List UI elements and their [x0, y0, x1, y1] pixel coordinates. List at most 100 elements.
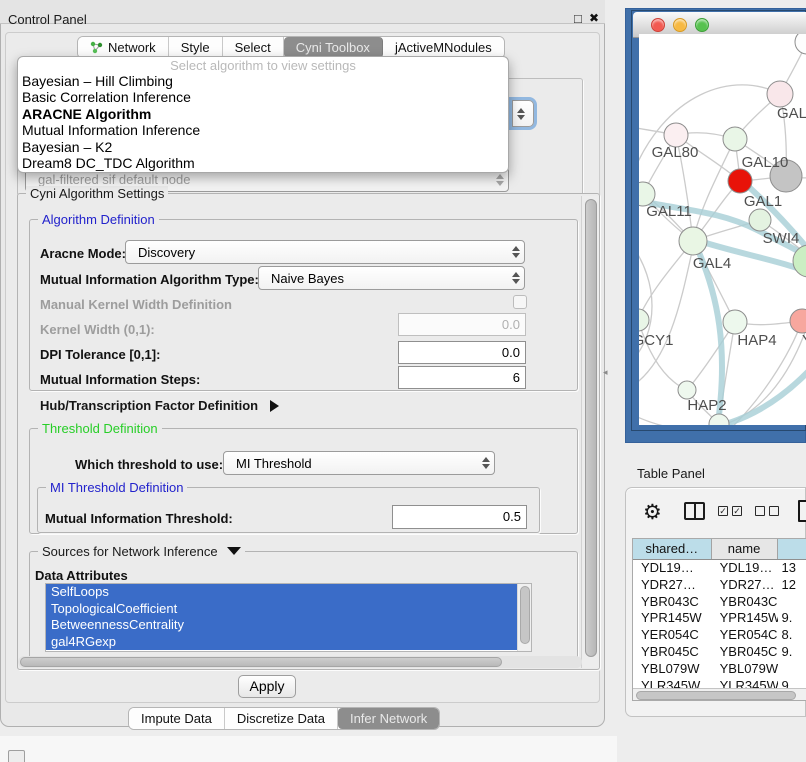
expanded-arrow-icon: [227, 547, 241, 555]
tab-impute-data[interactable]: Impute Data: [129, 708, 225, 729]
node-label-gal11: GAL11: [646, 203, 692, 220]
split-view-icon[interactable]: [684, 502, 705, 520]
network-node-gal[interactable]: [767, 81, 793, 107]
algorithm-item-bayesian-k2[interactable]: Bayesian – K2: [18, 139, 508, 155]
network-node-gcy1[interactable]: [639, 309, 649, 331]
settings-vertical-scrollbar[interactable]: [581, 196, 599, 668]
data-attributes-items: SelfLoopsTopologicalCoefficientBetweenne…: [46, 584, 531, 650]
table-cell: YBR045C: [712, 644, 778, 661]
algorithm-item-bayesian-hill-climbing[interactable]: Bayesian – Hill Climbing: [18, 73, 508, 89]
network-node[interactable]: [795, 34, 806, 54]
close-traffic-light-icon[interactable]: [651, 18, 665, 32]
corner-grip-icon[interactable]: [8, 750, 25, 762]
attribute-item-topologicalcoefficient[interactable]: TopologicalCoefficient: [46, 601, 518, 618]
node-label-y: Y: [802, 332, 806, 349]
select-all-icon[interactable]: ✓✓: [718, 506, 742, 516]
network-node[interactable]: [709, 414, 729, 425]
mi-steps-label: Mutual Information Steps:: [40, 372, 200, 387]
attribute-item-betweennesscentrality[interactable]: BetweennessCentrality: [46, 617, 518, 634]
table-cell: YDR27…: [712, 577, 778, 594]
minimize-traffic-light-icon[interactable]: [673, 18, 687, 32]
settings-horizontal-scrollbar[interactable]: [18, 656, 582, 668]
combo-stepper-icon: [508, 272, 524, 284]
network-node-y[interactable]: [790, 309, 806, 333]
close-panel-icon[interactable]: ✖: [589, 11, 599, 25]
algorithm-item-mutual-information-inference[interactable]: Mutual Information Inference: [18, 122, 508, 138]
tab-label: Impute Data: [141, 711, 212, 726]
table-row[interactable]: YDR27…YDR27…12: [633, 577, 806, 594]
network-node-gal1[interactable]: [728, 169, 752, 193]
mi-threshold-field[interactable]: 0.5: [392, 505, 527, 529]
aracne-mode-combobox[interactable]: Discovery: [125, 240, 525, 264]
deselect-all-icon[interactable]: [755, 506, 779, 516]
settings-group-title: Cyni Algorithm Settings: [26, 186, 168, 201]
tab-network[interactable]: Network: [78, 37, 169, 58]
hub-section-toggle[interactable]: Hub/Transcription Factor Definition: [40, 398, 279, 413]
network-canvas[interactable]: GALGAL80GAL10GAL1GAL11SWI4GAL4GCY1HAP4YH…: [639, 34, 806, 425]
table-row[interactable]: YPR145WYPR145W9.: [633, 610, 806, 627]
column-header-shared-[interactable]: shared…: [633, 539, 712, 559]
network-node[interactable]: [723, 127, 747, 151]
node-label-swi4: SWI4: [763, 230, 800, 247]
control-panel-titlebar: [0, 0, 605, 24]
table-row[interactable]: YBR043CYBR043C: [633, 594, 806, 611]
tab-label: Style: [181, 40, 210, 55]
mi-steps-field[interactable]: 6: [398, 366, 526, 389]
zoom-traffic-light-icon[interactable]: [695, 18, 709, 32]
hub-section-label: Hub/Transcription Factor Definition: [40, 398, 258, 413]
document-icon[interactable]: [798, 500, 806, 522]
panel-divider-grip[interactable]: ◂: [603, 367, 608, 378]
settings-hscrollbar-thumb[interactable]: [20, 657, 502, 667]
column-header-name[interactable]: name: [712, 539, 778, 559]
settings-vscrollbar-thumb[interactable]: [585, 199, 597, 657]
table-cell: [778, 594, 806, 611]
table-cell: 9.: [778, 644, 806, 661]
mi-threshold-group-title: MI Threshold Definition: [46, 480, 187, 495]
attribute-item-gal4rgexp[interactable]: gal4RGexp: [46, 634, 518, 651]
network-node-swi4[interactable]: [749, 209, 771, 231]
node-label-gal1: GAL1: [744, 193, 782, 210]
table-hscrollbar-thumb[interactable]: [636, 691, 796, 700]
table-row[interactable]: YER054CYER054C8.: [633, 627, 806, 644]
which-threshold-combobox[interactable]: MI Threshold: [223, 451, 495, 475]
kernel-width-field[interactable]: 0.0: [398, 313, 526, 336]
tab-label: Cyni Toolbox: [296, 40, 370, 55]
network-node-gal4[interactable]: [679, 227, 707, 255]
mi-type-combobox[interactable]: Naive Bayes: [258, 266, 525, 290]
table-row[interactable]: YBL079WYBL079W: [633, 661, 806, 678]
tab-cyni-toolbox[interactable]: Cyni Toolbox: [284, 37, 383, 58]
network-edge[interactable]: [693, 139, 735, 241]
tab-select[interactable]: Select: [223, 37, 284, 58]
gear-icon[interactable]: ⚙: [643, 500, 662, 525]
manual-kernel-checkbox[interactable]: [513, 295, 527, 309]
attribute-item-selfloops[interactable]: SelfLoops: [46, 584, 518, 601]
table-cell: [778, 661, 806, 678]
table-cell: YPR145W: [633, 610, 712, 627]
dpi-tolerance-field[interactable]: 0.0: [398, 341, 526, 364]
table-cell: 12: [778, 577, 806, 594]
algorithm-item-aracne-algorithm[interactable]: ARACNE Algorithm: [18, 106, 508, 122]
apply-button[interactable]: Apply: [238, 675, 296, 698]
node-label-hap2: HAP2: [687, 397, 726, 414]
table-cell: YER054C: [712, 627, 778, 644]
algorithm-item-basic-correlation-inference[interactable]: Basic Correlation Inference: [18, 89, 508, 105]
algorithm-item-dream8-dc-tdc-algorithm[interactable]: Dream8 DC_TDC Algorithm: [18, 155, 508, 171]
bottom-strip: [0, 736, 617, 762]
tab-discretize-data[interactable]: Discretize Data: [225, 708, 338, 729]
table-horizontal-scrollbar[interactable]: [633, 688, 806, 700]
table-row[interactable]: YDL19…YDL19…13: [633, 560, 806, 577]
float-window-icon[interactable]: □: [574, 11, 582, 26]
tab-jactivemnodules[interactable]: jActiveMNodules: [383, 37, 504, 58]
tab-infer-network[interactable]: Infer Network: [338, 708, 439, 729]
attributes-list-scrollbar[interactable]: [517, 584, 531, 651]
network-view-window: GALGAL80GAL10GAL1GAL11SWI4GAL4GCY1HAP4YH…: [625, 8, 806, 443]
table-row[interactable]: YBR045CYBR045C9.: [633, 644, 806, 661]
network-edge[interactable]: [639, 320, 687, 390]
attributes-scrollbar-thumb[interactable]: [520, 586, 530, 644]
algorithm-popup: Select algorithm to view settings Bayesi…: [17, 56, 509, 173]
table-panel-title: Table Panel: [637, 466, 705, 481]
tab-style[interactable]: Style: [169, 37, 223, 58]
column-header-partial[interactable]: [778, 539, 806, 559]
network-node-hap4[interactable]: [723, 310, 747, 334]
algorithm-combobox-fragment[interactable]: [512, 100, 534, 127]
